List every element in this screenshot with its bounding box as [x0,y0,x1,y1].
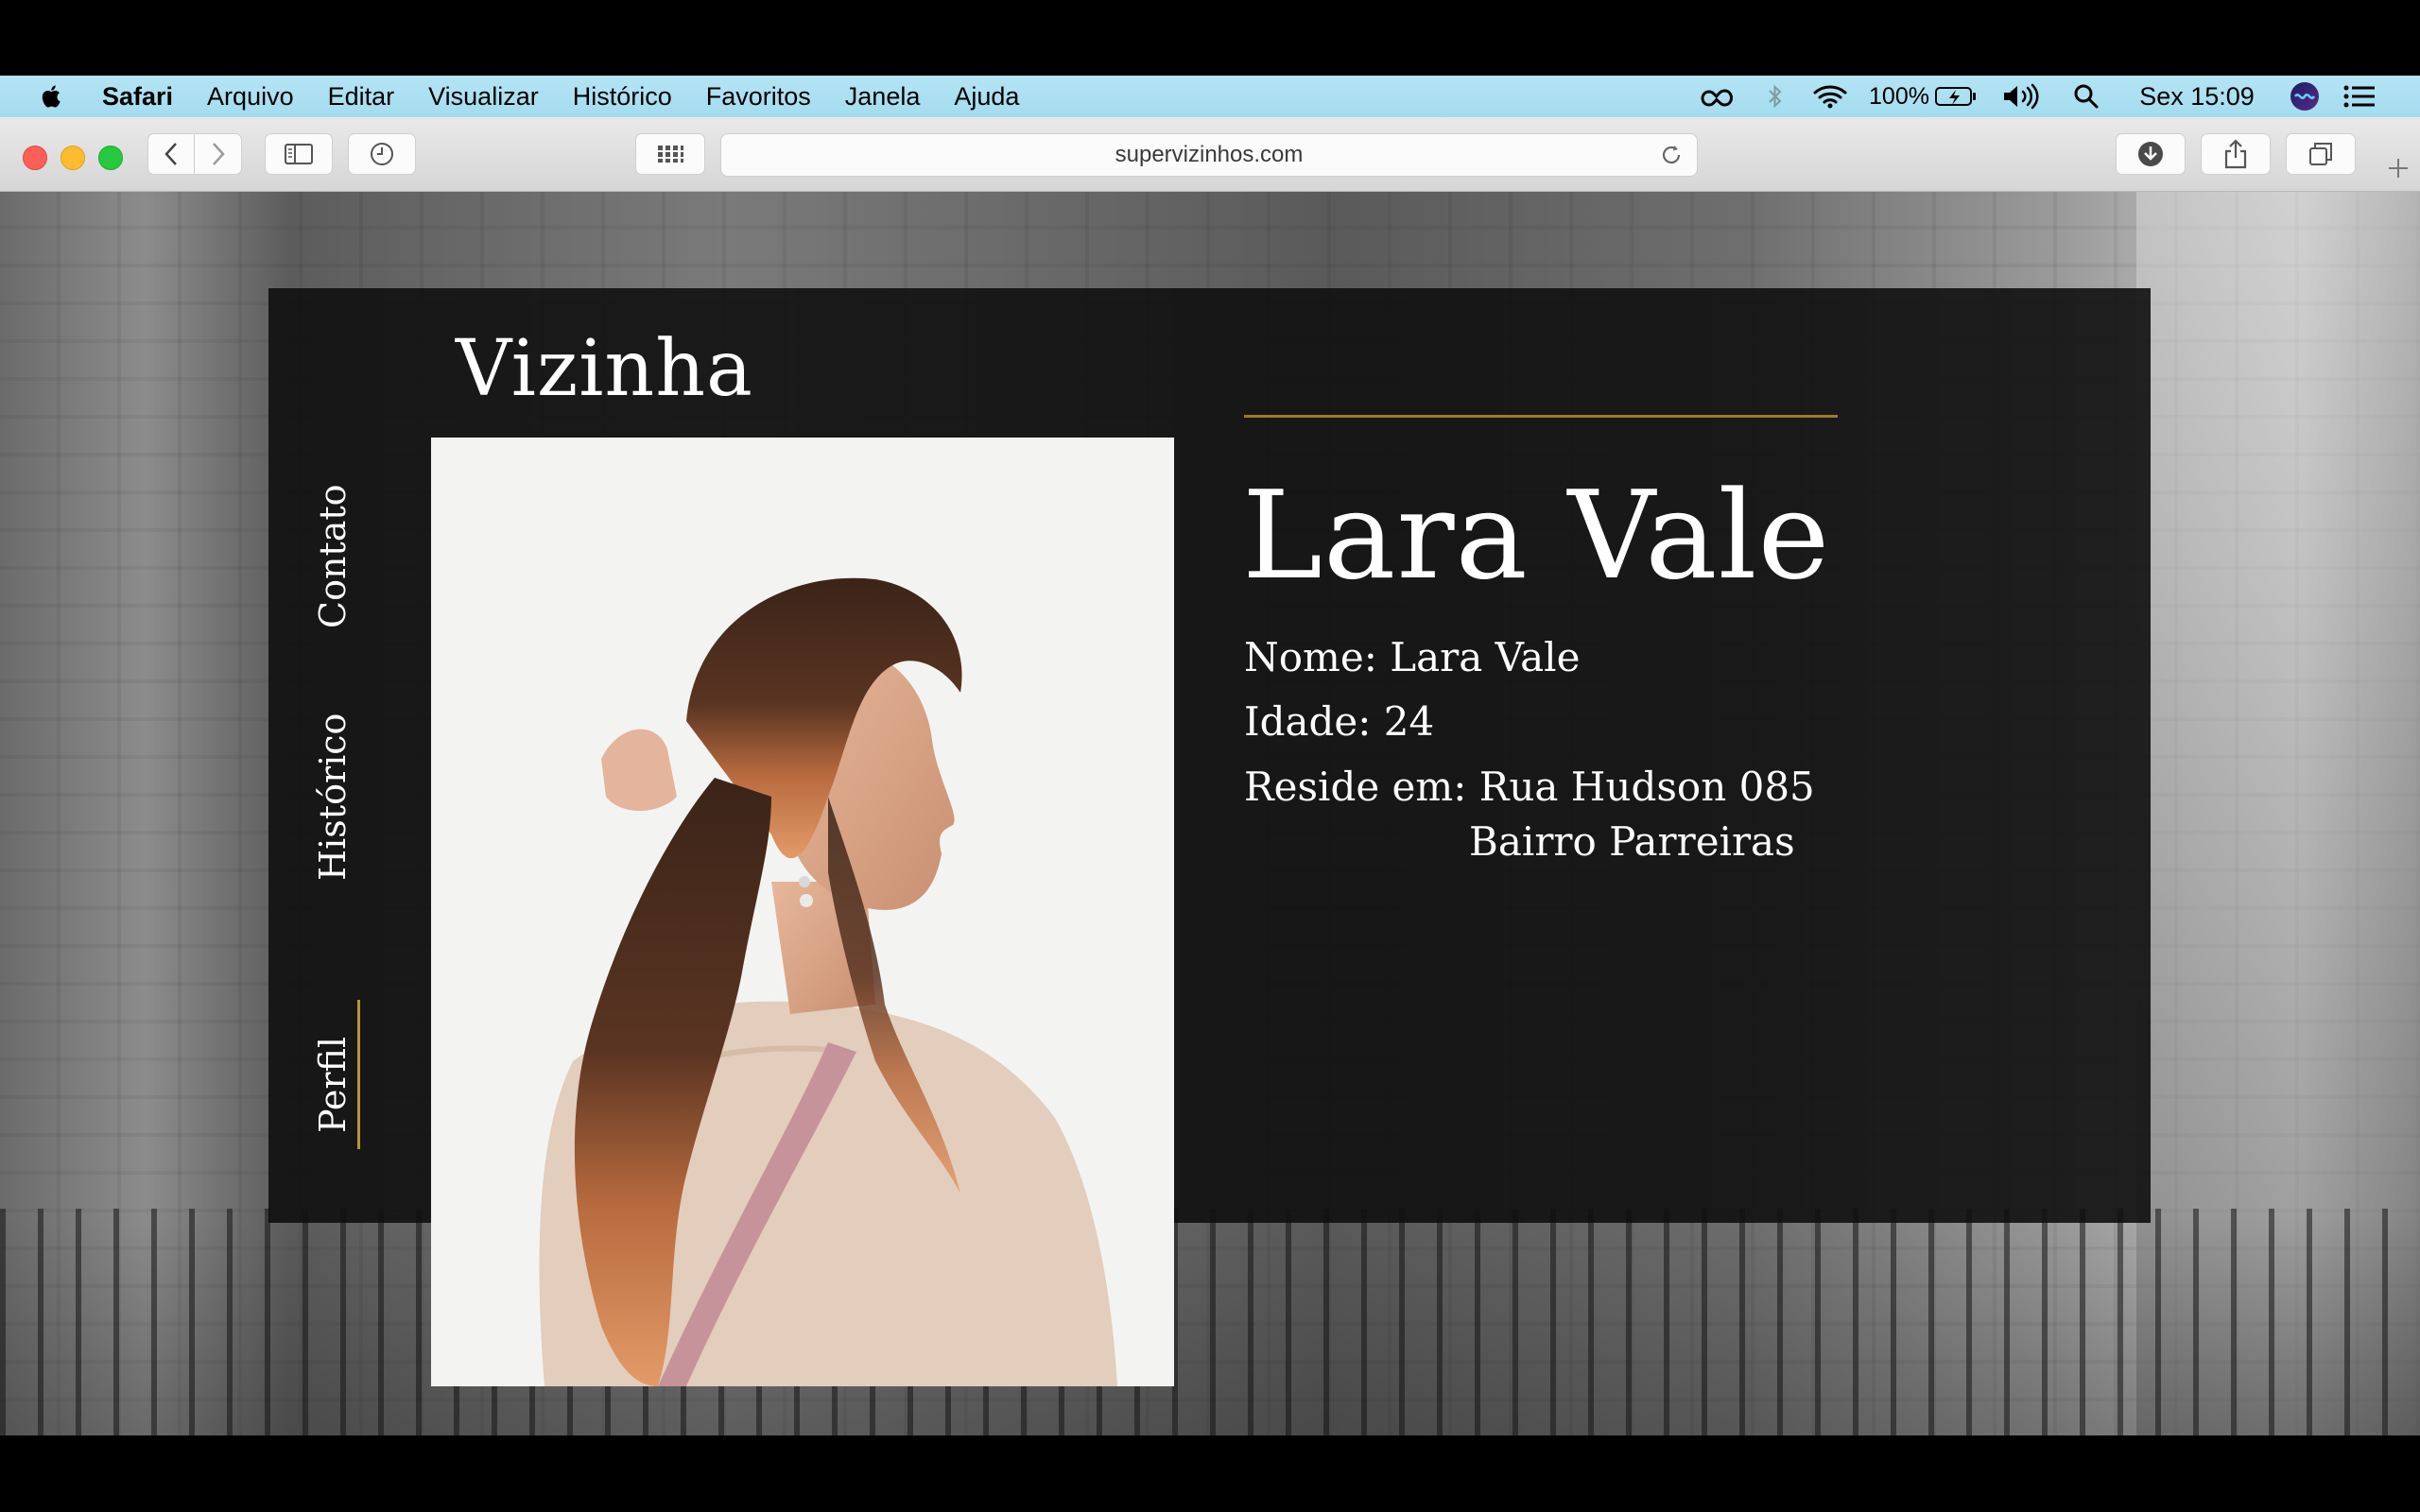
sidebar-icon [285,144,313,164]
tabs-icon [2309,143,2332,165]
menu-ajuda[interactable]: Ajuda [954,82,1019,112]
forward-icon [212,143,225,165]
menu-visualizar[interactable]: Visualizar [428,82,539,112]
menu-bar: Safari Arquivo Editar Visualizar Históri… [0,76,2420,117]
profile-name-line: Nome: Lara Vale [1244,634,1581,680]
woman-portrait-illustration [539,577,1117,1386]
download-icon [2138,142,2163,166]
back-icon [164,143,177,165]
control-center-list-icon[interactable] [2341,76,2378,117]
menu-items: Safari Arquivo Editar Visualizar Históri… [102,76,1053,117]
menu-historico[interactable]: Histórico [573,82,672,112]
sidebar-button[interactable] [265,133,333,175]
share-button[interactable] [2201,133,2271,175]
profile-address-line: Reside em: Rua Hudson 085 [1244,764,1815,810]
menu-editar[interactable]: Editar [328,82,395,112]
menubar-clock[interactable]: Sex 15:09 [2131,76,2263,117]
creative-cloud-icon[interactable] [1696,76,1737,117]
history-button[interactable] [348,133,416,175]
bluetooth-icon[interactable] [1760,76,1790,117]
nav-historico[interactable]: Histórico [312,713,354,881]
screen-bottom-bezel [0,1435,2420,1512]
profile-neighborhood-line: Bairro Parreiras [1469,818,1795,865]
forward-button[interactable] [195,133,242,175]
spotlight-search-icon[interactable] [2070,76,2102,117]
tabs-overview-button[interactable] [2286,133,2356,175]
close-window-button[interactable] [23,146,47,170]
url-text[interactable]: supervizinhos.com [721,134,1697,176]
volume-icon[interactable] [2000,76,2044,117]
siri-icon[interactable] [2288,76,2322,117]
favorites-grid-button[interactable] [635,133,705,175]
browser-toolbar: supervizinhos.com [0,117,2420,192]
address-bar[interactable]: supervizinhos.com [720,133,1698,177]
nav-contato[interactable]: Contato [312,484,354,628]
nav-active-indicator [357,1000,360,1149]
profile-name-heading: Lara Vale [1242,466,1831,607]
new-tab-button[interactable] [2377,146,2420,191]
reload-icon[interactable] [1659,143,1684,167]
web-page: Vizinha Contato Histórico Perfil Lara Va… [0,192,2420,1435]
site-brand-title[interactable]: Vizinha [456,324,753,414]
battery-icon[interactable] [1932,76,1979,117]
background-stair-railings [0,1209,2420,1435]
screen-top-bezel [0,0,2420,76]
menu-arquivo[interactable]: Arquivo [207,82,294,112]
zoom-window-button[interactable] [98,146,123,170]
battery-percent: 100% [1869,82,1929,110]
menu-favoritos[interactable]: Favoritos [706,82,811,112]
history-clock-icon [371,143,393,165]
profile-age-line: Idade: 24 [1244,698,1435,745]
menu-janela[interactable]: Janela [845,82,921,112]
downloads-button[interactable] [2116,133,2186,175]
new-tab-plus-icon [2389,159,2408,178]
apple-logo-icon[interactable] [38,82,66,111]
minimize-window-button[interactable] [60,146,85,170]
nav-perfil[interactable]: Perfil [312,1037,354,1133]
menu-app-safari[interactable]: Safari [102,82,173,112]
title-accent-line [1244,415,1838,418]
share-icon [2224,139,2247,169]
grid-icon [658,146,683,163]
wifi-icon[interactable] [1811,76,1849,117]
back-button[interactable] [147,133,195,175]
profile-photo [431,438,1174,1386]
